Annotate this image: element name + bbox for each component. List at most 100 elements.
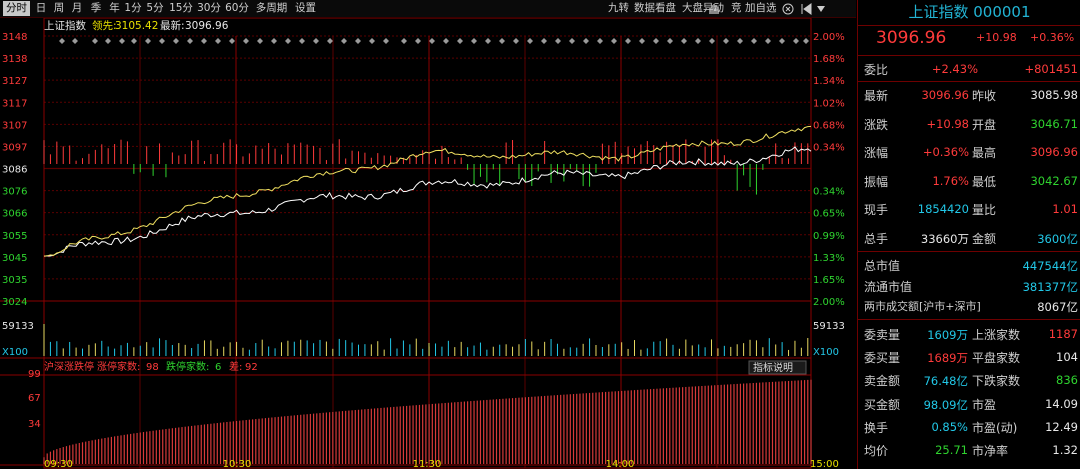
quote-value: 33660万	[920, 231, 969, 246]
price-tick: 3138	[2, 54, 27, 65]
event-marker	[401, 38, 407, 44]
auction-button[interactable]: 竞	[731, 1, 742, 16]
quote-value: 3600亿	[1037, 231, 1078, 246]
event-marker	[709, 38, 715, 44]
tab-period-0[interactable]: 分时	[3, 1, 30, 16]
tab-period-7[interactable]: 5分	[144, 1, 166, 16]
event-marker	[737, 38, 743, 44]
event-marker	[611, 38, 617, 44]
divider	[858, 25, 1080, 26]
volume-tick-right: 59133	[813, 321, 845, 332]
order-value: 1609万	[927, 328, 968, 342]
quote-label: 金额	[972, 231, 997, 246]
data-board-button[interactable]: 数据看盘	[634, 1, 676, 16]
event-marker	[355, 38, 361, 44]
breadth-tick: 67	[28, 393, 41, 404]
pct-tick: 1.65%	[813, 275, 845, 286]
tab-period-11[interactable]: 多周期	[252, 1, 291, 16]
price-tick: 3148	[2, 32, 27, 43]
order-value: 98.09亿	[923, 397, 968, 412]
event-marker	[723, 38, 729, 44]
weibi-value: +801451	[1024, 62, 1078, 76]
tab-period-9[interactable]: 30分	[196, 1, 222, 16]
tab-period-8[interactable]: 15分	[168, 1, 194, 16]
quote-value: 3096.96	[921, 88, 969, 102]
order-value: 836	[1056, 373, 1078, 388]
quote-label: 最新	[864, 89, 889, 103]
breadth-tick: 99	[28, 369, 41, 380]
order-label: 买金额	[864, 397, 901, 412]
event-marker	[341, 38, 347, 44]
time-tick: 15:00	[810, 459, 839, 469]
pct-tick: 0.99%	[813, 231, 845, 242]
order-label: 委买量	[864, 351, 901, 366]
event-marker	[457, 38, 463, 44]
chevron-down-icon[interactable]	[816, 5, 826, 13]
change-bars	[43, 139, 809, 195]
event-marker	[499, 38, 505, 44]
event-marker	[229, 38, 235, 44]
quote-value: 3046.71	[1030, 116, 1078, 131]
quote-value: 3096.96	[1030, 145, 1078, 159]
order-label: 平盘家数	[972, 351, 1021, 366]
tab-period-3[interactable]: 月	[69, 1, 85, 16]
quote-value: 3085.98	[1030, 88, 1078, 102]
order-value: 25.71	[935, 443, 968, 457]
event-marker	[173, 38, 179, 44]
event-marker	[597, 38, 603, 44]
pct-tick: 0.34%	[813, 187, 845, 198]
close-icon[interactable]	[782, 3, 794, 15]
event-marker	[92, 38, 98, 44]
price-change: +10.98	[976, 31, 1017, 44]
tab-period-1[interactable]: 日	[33, 1, 49, 16]
quote-label: 振幅	[864, 174, 889, 189]
tab-period-6[interactable]: 1分	[124, 1, 142, 16]
event-marker	[285, 38, 291, 44]
event-marker	[779, 38, 785, 44]
quote-label: 总手	[864, 231, 889, 246]
event-marker	[59, 38, 65, 44]
event-marker	[803, 38, 809, 44]
breadth-bars	[43, 379, 812, 464]
price-tick: 3045	[2, 253, 27, 264]
event-marker	[765, 38, 771, 44]
quote-value: 3042.67	[1030, 173, 1078, 188]
event-marker	[72, 38, 78, 44]
event-marker	[383, 38, 389, 44]
price-tick: 3097	[2, 142, 27, 153]
breadth-legend: 沪深涨跌停	[44, 360, 94, 373]
market-value: 381377亿	[1022, 279, 1078, 294]
tab-period-2[interactable]: 周	[51, 1, 67, 16]
order-label: 换手	[864, 420, 889, 435]
add-watchlist-button[interactable]: 加自选	[745, 1, 777, 16]
nine-turn-button[interactable]: 九转	[608, 1, 629, 16]
diff-label: 差:	[229, 360, 242, 373]
hand-icon[interactable]	[707, 3, 721, 15]
price-tick: 3107	[2, 120, 27, 131]
tab-period-12[interactable]: 设置	[293, 1, 318, 16]
pct-tick: 1.02%	[813, 98, 845, 109]
order-value: 1187	[1048, 327, 1078, 341]
diff-value: 92	[245, 362, 258, 373]
indicator-help-label: 指标说明	[753, 361, 793, 374]
event-marker	[681, 38, 687, 44]
event-marker	[271, 38, 277, 44]
event-marker	[131, 38, 137, 44]
quote-value: +10.98	[926, 116, 969, 131]
price-tick: 3024	[2, 297, 27, 308]
time-tick: 10:30	[223, 459, 252, 469]
weibi-label: 委比	[864, 63, 889, 77]
event-marker	[243, 38, 249, 44]
event-marker	[159, 38, 165, 44]
limit-down-value: 6	[215, 362, 221, 373]
event-marker	[527, 38, 533, 44]
breadth-tick: 34	[28, 419, 41, 430]
event-marker	[369, 38, 375, 44]
tab-period-4[interactable]: 季	[87, 1, 105, 16]
limit-up-value: 98	[146, 362, 159, 373]
limit-down-label: 跌停家数:	[166, 360, 209, 373]
collapse-icon[interactable]	[800, 3, 812, 15]
tab-period-10[interactable]: 60分	[224, 1, 250, 16]
divider	[858, 319, 1080, 320]
tab-period-5[interactable]: 年	[107, 1, 122, 16]
